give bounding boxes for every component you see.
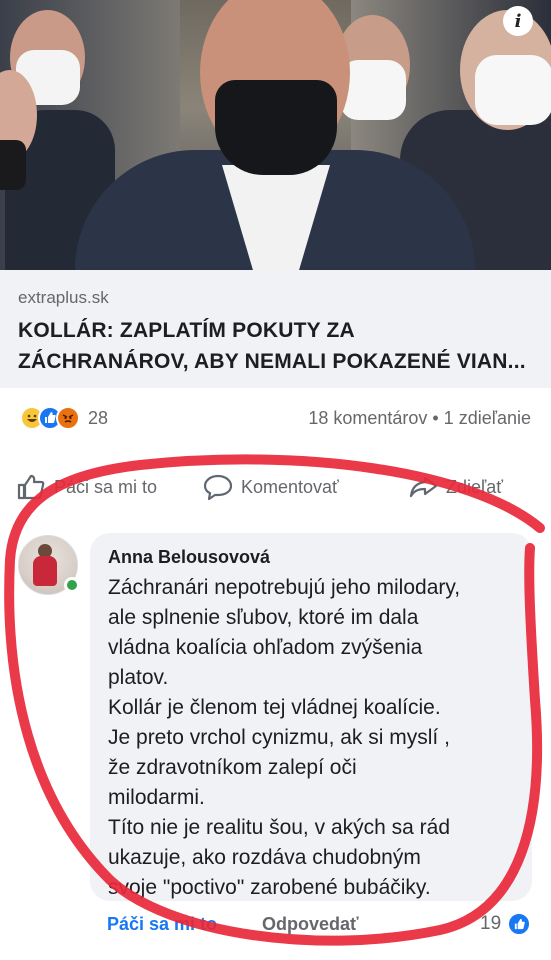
link-title-line-2: ZÁCHRANÁROV, ABY NEMALI POKAZENÉ VIAN... xyxy=(18,350,526,373)
comment-action-row: Páči sa mi to Odpovedať 19 xyxy=(0,906,551,942)
angry-reaction-icon xyxy=(56,406,80,430)
avatar-figure-body xyxy=(33,556,57,586)
comment-icon xyxy=(203,474,233,501)
comment-line: milodarmi. xyxy=(108,786,205,809)
comment-button-label: Komentovať xyxy=(241,476,339,497)
comment-line: vládna koalícia ohľadom zvýšenia xyxy=(108,636,423,659)
comment-bubble: Anna Belousovová Záchranári nepotrebujú … xyxy=(90,533,532,901)
comment-line: platov. xyxy=(108,666,169,689)
post-action-bar: Páči sa mi to Komentovať Zdieľať xyxy=(0,463,551,513)
comment-like-count: 19 xyxy=(480,913,502,934)
share-button-label: Zdieľať xyxy=(446,476,504,497)
comment-line: svoje "poctivo" zarobené bubáčiky. xyxy=(108,876,431,899)
like-button[interactable]: Páči sa mi to xyxy=(16,473,157,501)
comment-reply-button[interactable]: Odpovedať xyxy=(262,914,359,935)
share-icon xyxy=(409,476,438,498)
comment-line: ukazuje, ako rozdáva chudobným xyxy=(108,846,421,869)
reaction-summary[interactable]: 28 xyxy=(20,406,108,430)
reaction-count: 28 xyxy=(88,407,109,428)
info-icon[interactable]: i xyxy=(503,6,533,36)
comment-author[interactable]: Anna Belousovová xyxy=(108,547,270,568)
comment-line: Kollár je členom tej vládnej koalície. xyxy=(108,696,441,719)
comment-line: že zdravotníkom zalepí oči xyxy=(108,756,357,779)
main-person-mask xyxy=(215,80,337,175)
comment-line: Je preto vrchol cynizmu, ak si myslí , xyxy=(108,726,450,749)
person-far-right-mask xyxy=(475,55,551,125)
link-title[interactable]: KOLLÁR: ZAPLATÍM POKUTY ZA ZÁCHRANÁROV, … xyxy=(18,315,538,377)
share-button[interactable]: Zdieľať xyxy=(408,473,503,501)
comment-button[interactable]: Komentovať xyxy=(203,473,339,501)
comments-shares-count[interactable]: 18 komentárov • 1 zdieľanie xyxy=(308,408,531,429)
thumbs-up-icon xyxy=(17,474,45,500)
post-stats: 28 18 komentárov • 1 zdieľanie xyxy=(0,403,551,437)
comment-line: Záchranári nepotrebujú jeho milodary, xyxy=(108,576,461,599)
person-far-left-mask xyxy=(0,140,26,190)
comment-reaction-count[interactable]: 19 xyxy=(480,912,532,936)
link-domain: extraplus.sk xyxy=(18,288,109,307)
comment-line: Títo nie je realitu šou, v akých sa rád xyxy=(108,816,450,839)
comment-line: ale splnenie sľubov, ktoré im dala xyxy=(108,606,419,629)
post-photo[interactable]: i xyxy=(0,0,551,270)
comment-like-button[interactable]: Páči sa mi to xyxy=(107,914,217,935)
online-status-indicator xyxy=(64,577,80,593)
like-badge-icon xyxy=(507,912,532,936)
comment-text: Záchranári nepotrebujú jeho milodary, al… xyxy=(108,573,528,903)
link-title-line-1: KOLLÁR: ZAPLATÍM POKUTY ZA xyxy=(18,319,355,342)
link-preview-card[interactable]: extraplus.sk KOLLÁR: ZAPLATÍM POKUTY ZA … xyxy=(0,270,551,388)
like-button-label: Páči sa mi to xyxy=(54,476,158,497)
